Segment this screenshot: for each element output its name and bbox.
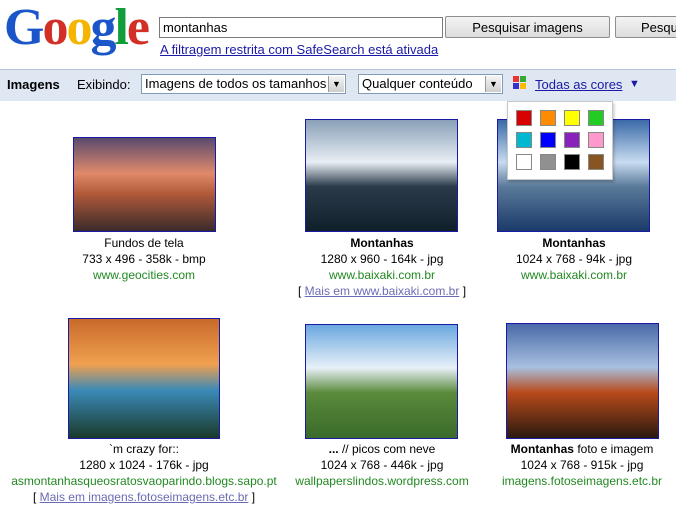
safesearch-link[interactable]: A filtragem restrita com SafeSearch está… <box>160 42 438 57</box>
caret-down-icon[interactable]: ▼ <box>629 78 640 90</box>
color-swatch[interactable] <box>516 110 532 126</box>
color-swatch[interactable] <box>516 154 532 170</box>
color-swatch[interactable] <box>564 154 580 170</box>
result-dimensions: 1024 x 768 - 915k - jpg <box>520 458 644 472</box>
color-swatch[interactable] <box>588 154 604 170</box>
more-from-site-link[interactable]: Mais em www.baixaki.com.br <box>305 284 460 298</box>
result-thumbnail[interactable] <box>506 323 659 439</box>
result-thumbnail[interactable] <box>305 119 458 232</box>
content-select-value: Qualquer conteúdo <box>362 76 473 91</box>
google-logo[interactable]: Google <box>4 0 150 58</box>
logo-letter: l <box>114 0 129 56</box>
color-swatch[interactable] <box>564 132 580 148</box>
toolbar-title: Imagens <box>7 77 60 92</box>
color-swatch[interactable] <box>564 110 580 126</box>
size-select[interactable]: Imagens de todos os tamanhos ▼ <box>141 74 346 94</box>
content-select[interactable]: Qualquer conteúdo ▼ <box>358 74 503 94</box>
search-images-button[interactable]: Pesquisar imagens <box>445 16 610 38</box>
result-dimensions: 1024 x 768 - 94k - jpg <box>515 252 633 266</box>
color-swatch[interactable] <box>540 154 556 170</box>
more-from-site: [ Mais em imagens.fotoseimagens.etc.br ] <box>32 490 256 504</box>
logo-letter: e <box>126 0 150 56</box>
color-palette-popup <box>507 101 613 180</box>
result-thumbnail[interactable] <box>305 324 458 439</box>
colors-filter-link[interactable]: Todas as cores <box>535 77 622 92</box>
color-grid-icon <box>513 76 527 90</box>
color-swatch[interactable] <box>588 132 604 148</box>
chevron-down-icon[interactable]: ▼ <box>485 76 501 92</box>
showing-label: Exibindo: <box>77 77 131 92</box>
size-select-value: Imagens de todos os tamanhos <box>145 76 327 91</box>
color-swatch[interactable] <box>540 132 556 148</box>
search-input[interactable] <box>159 17 443 38</box>
search-web-button[interactable]: Pesqu <box>615 16 676 38</box>
logo-letter: o <box>66 0 92 56</box>
result-thumbnail[interactable] <box>68 318 220 439</box>
color-swatch[interactable] <box>516 132 532 148</box>
color-swatch[interactable] <box>540 110 556 126</box>
more-from-site-link[interactable]: Mais em imagens.fotoseimagens.etc.br <box>40 490 249 504</box>
logo-letter: o <box>42 0 68 56</box>
result-site[interactable]: imagens.fotoseimagens.etc.br <box>412 473 676 489</box>
logo-letter: g <box>90 0 116 56</box>
result-title: Montanhas <box>542 236 606 250</box>
result-caption: Montanhas foto e imagem 1024 x 768 - 915k… <box>412 441 676 489</box>
chevron-down-icon[interactable]: ▼ <box>328 76 344 92</box>
color-swatch[interactable] <box>588 110 604 126</box>
result-caption: Montanhas 1024 x 768 - 94k - jpg www.baixa… <box>404 235 676 283</box>
more-from-site: [ Mais em www.baixaki.com.br ] <box>297 284 467 298</box>
result-title: Montanhas foto e imagem <box>510 442 654 456</box>
result-thumbnail[interactable] <box>73 137 216 232</box>
logo-letter: G <box>4 0 44 56</box>
result-site[interactable]: www.baixaki.com.br <box>404 267 676 283</box>
